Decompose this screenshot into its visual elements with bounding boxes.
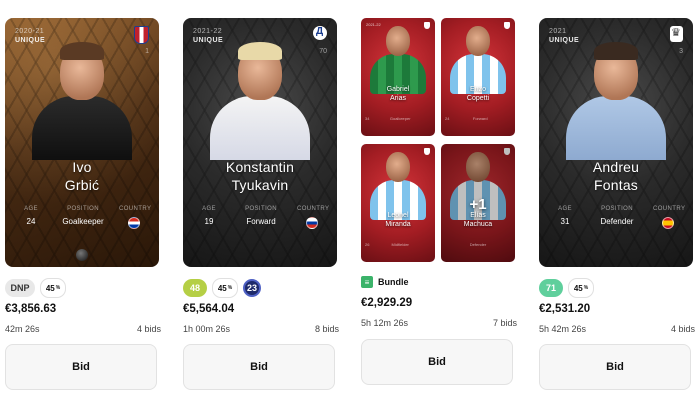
percentage-value: 45: [217, 283, 227, 293]
percentage-sign: %: [583, 285, 589, 291]
club-crest-icon: [134, 26, 149, 44]
bundle-label: Bundle: [378, 277, 409, 287]
player-photo: [566, 40, 666, 160]
score-badge: 71: [539, 279, 563, 297]
position-label: POSITION: [601, 206, 633, 212]
card-chips: 48 45% 23: [183, 278, 266, 298]
position-value: Forward: [246, 217, 276, 226]
age-value: 31: [560, 217, 570, 226]
percentage-badge: 45%: [568, 278, 594, 298]
card-chip-icon: [76, 249, 88, 261]
percentage-badge: 45%: [212, 278, 238, 298]
bid-count: 7 bids: [492, 318, 517, 328]
price: €3,856.63: [5, 303, 57, 315]
player-first-name: Gabriel: [386, 86, 410, 93]
player-last-name: Miranda: [385, 221, 411, 228]
card-season: 2020-21: [15, 28, 45, 35]
club-crest-icon: [670, 26, 683, 42]
listing-card: 2021-22 Gabriel Arias 34 Goalkeeper Enzo …: [361, 0, 517, 404]
bid-button[interactable]: Bid: [183, 344, 335, 390]
player-last-name: Tyukavin: [231, 177, 289, 193]
time-left: 5h 42m 26s: [539, 324, 587, 334]
player-last-name: Fontas: [594, 177, 638, 193]
player-first-name: Leonel: [387, 212, 409, 219]
age-value: 19: [204, 217, 214, 226]
bid-button[interactable]: Bid: [539, 344, 691, 390]
bundle-card[interactable]: +1 Elías Machuca Defender: [441, 144, 515, 262]
position-value: Goalkeeper: [62, 217, 104, 226]
age-value: 24: [26, 217, 36, 226]
player-card[interactable]: 2021 UNIQUE 3 Andreu Fontas AGE31 POSITI…: [539, 18, 693, 267]
card-chips: DNP 45%: [5, 278, 71, 298]
player-photo: [32, 40, 132, 160]
card-serial-number: 3: [679, 48, 683, 55]
bid-count: 4 bids: [136, 324, 161, 334]
status-badge: DNP: [5, 279, 35, 297]
price: €5,564.04: [183, 303, 235, 315]
player-last-name: Copetti: [466, 95, 490, 102]
player-first-name: Andreu: [592, 159, 640, 175]
player-last-name: Machuca: [463, 221, 493, 228]
more-cards-count: +1: [469, 196, 487, 213]
position-label: POSITION: [67, 206, 99, 212]
age-label: AGE: [558, 206, 572, 212]
country-label: COUNTRY: [297, 206, 330, 212]
score-badge: 48: [183, 279, 207, 297]
country-flag-icon: [662, 217, 674, 229]
position-value: Defender: [600, 217, 634, 226]
time-left: 42m 26s: [5, 324, 40, 334]
player-first-name: Konstantin: [225, 159, 295, 175]
listing-card: 2021 UNIQUE 3 Andreu Fontas AGE31 POSITI…: [539, 0, 695, 404]
percentage-badge: 45%: [40, 278, 66, 298]
player-last-name: Arias: [390, 95, 406, 102]
bid-button[interactable]: Bid: [361, 339, 513, 385]
player-first-name: Elías: [470, 212, 486, 219]
country-flag-icon: [128, 217, 140, 229]
card-serial-number: 70: [319, 48, 327, 55]
player-first-name: Ivo: [72, 159, 92, 175]
club-crest-icon: [504, 22, 510, 29]
country-label: COUNTRY: [653, 206, 686, 212]
percentage-sign: %: [227, 285, 233, 291]
bid-button[interactable]: Bid: [5, 344, 157, 390]
country-flag-icon: [306, 217, 318, 229]
player-last-name: Grbić: [64, 177, 100, 193]
time-left: 5h 12m 26s: [361, 318, 409, 328]
bid-count: 8 bids: [314, 324, 339, 334]
bundle-card[interactable]: Leonel Miranda 26 Midfielder: [361, 144, 435, 262]
price: €2,929.29: [361, 297, 413, 309]
bundle-card[interactable]: 2021-22 Gabriel Arias 34 Goalkeeper: [361, 18, 435, 136]
level-badge: 23: [243, 279, 261, 297]
percentage-value: 45: [573, 283, 583, 293]
time-left: 1h 00m 26s: [183, 324, 231, 334]
layers-icon: ≡: [361, 276, 373, 288]
player-card[interactable]: 2021-22 UNIQUE 70 Konstantin Tyukavin AG…: [183, 18, 337, 267]
club-crest-icon: [424, 22, 430, 29]
bundle-card[interactable]: Enzo Copetti 24 Forward: [441, 18, 515, 136]
position-label: POSITION: [245, 206, 277, 212]
listing-card: 2021-22 UNIQUE 70 Konstantin Tyukavin AG…: [183, 0, 339, 404]
age-label: AGE: [24, 206, 38, 212]
bundle-tag: ≡ Bundle: [361, 276, 409, 288]
card-season: 2021: [549, 28, 567, 35]
age-label: AGE: [202, 206, 216, 212]
bid-count: 4 bids: [670, 324, 695, 334]
player-card[interactable]: 2020-21 UNIQUE 1 Ivo Grbić AGE 24 POSITIO…: [5, 18, 159, 267]
listing-card: 2020-21 UNIQUE 1 Ivo Grbić AGE 24 POSITIO…: [5, 0, 161, 404]
club-crest-icon: [313, 26, 327, 40]
price: €2,531.20: [539, 303, 591, 315]
percentage-sign: %: [55, 285, 61, 291]
player-first-name: Enzo: [470, 86, 486, 93]
country-label: COUNTRY: [119, 206, 152, 212]
card-season: 2021-22: [193, 28, 223, 35]
player-photo: [210, 40, 310, 160]
card-chips: 71 45%: [539, 278, 599, 298]
club-crest-icon: [424, 148, 430, 155]
card-serial-number: 1: [145, 48, 149, 55]
percentage-value: 45: [45, 283, 55, 293]
